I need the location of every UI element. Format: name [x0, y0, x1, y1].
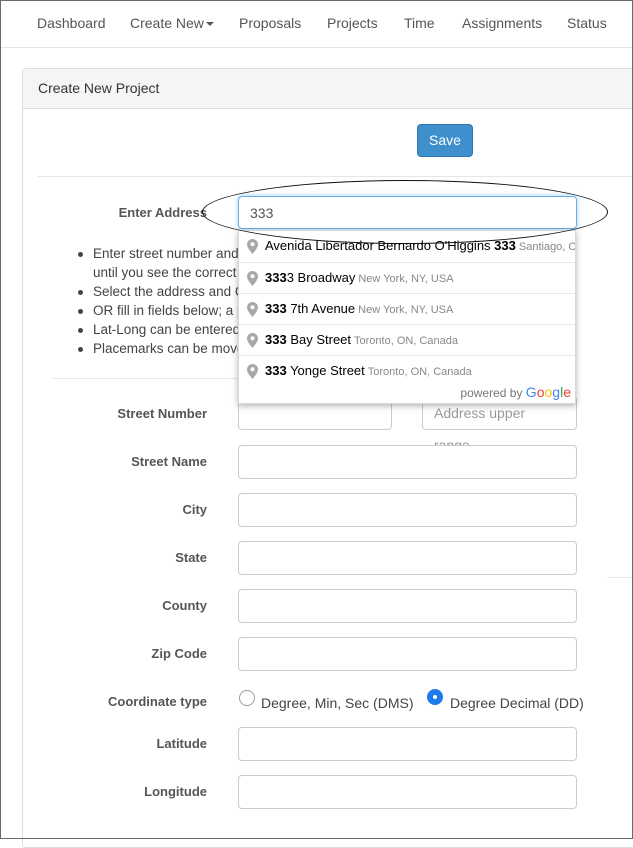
zip-code-label: Zip Code	[151, 646, 207, 661]
map-pin-icon	[247, 364, 258, 379]
map-pin-icon	[247, 302, 258, 317]
nav-time[interactable]: Time	[404, 15, 435, 31]
suggestion-text: Avenida Libertador Bernardo O'Higgins	[265, 238, 495, 253]
dms-radio-label[interactable]: Degree, Min, Sec (DMS)	[261, 695, 413, 711]
suggestion-text: Yonge Street	[286, 363, 365, 378]
nav-create-new-label: Create New	[130, 15, 204, 31]
powered-by-text: powered by	[460, 386, 523, 400]
address-search-input[interactable]: 333	[238, 196, 577, 229]
address-autocomplete-dropdown: Avenida Libertador Bernardo O'Higgins 33…	[238, 230, 576, 404]
county-input[interactable]	[238, 589, 577, 623]
help-item: Enter street number and p	[75, 244, 245, 263]
latitude-input[interactable]	[238, 727, 577, 761]
map-pin-icon	[247, 239, 258, 254]
suggestion-text: 3 Broadway	[286, 270, 356, 285]
suggestion-item[interactable]: 3333 Broadway New York, NY, USA	[239, 262, 575, 293]
state-label: State	[175, 550, 207, 565]
suggestion-secondary: New York, NY, USA	[358, 273, 454, 285]
divider	[607, 577, 633, 578]
suggestion-secondary: Toronto, ON, Canada	[354, 335, 458, 347]
zip-code-input[interactable]	[238, 637, 577, 671]
help-item: Select the address and C	[75, 282, 245, 301]
longitude-label: Longitude	[144, 784, 207, 799]
google-logo: Google	[525, 384, 571, 400]
panel-title: Create New Project	[23, 69, 633, 109]
divider	[53, 378, 238, 379]
divider	[38, 176, 633, 177]
enter-address-label: Enter Address	[118, 205, 207, 220]
nav-projects[interactable]: Projects	[327, 15, 378, 31]
city-input[interactable]	[238, 493, 577, 527]
nav-dashboard[interactable]: Dashboard	[37, 15, 106, 31]
dms-radio[interactable]	[239, 690, 255, 706]
suggestion-match: 333	[494, 238, 516, 253]
suggestion-item[interactable]: 333 7th Avenue New York, NY, USA	[239, 293, 575, 324]
help-item: OR fill in fields below; a p	[75, 301, 245, 320]
suggestion-item[interactable]: 333 Bay Street Toronto, ON, Canada	[239, 324, 575, 355]
street-name-label: Street Name	[131, 454, 207, 469]
longitude-input[interactable]	[238, 775, 577, 809]
dd-radio[interactable]	[427, 689, 443, 705]
dd-radio-label[interactable]: Degree Decimal (DD)	[450, 695, 584, 711]
top-navbar: Dashboard Create New Proposals Projects …	[0, 0, 633, 48]
nav-status[interactable]: Status	[567, 15, 607, 31]
street-name-input[interactable]	[238, 445, 577, 479]
help-item: Lat-Long can be entered	[75, 320, 245, 339]
save-button[interactable]: Save	[417, 124, 473, 157]
caret-down-icon	[205, 22, 214, 27]
street-number-label: Street Number	[117, 406, 207, 421]
powered-by-google: powered by Google	[460, 384, 571, 400]
state-input[interactable]	[238, 541, 577, 575]
latitude-label: Latitude	[156, 736, 207, 751]
suggestion-item[interactable]: Avenida Libertador Bernardo O'Higgins 33…	[239, 231, 575, 262]
suggestion-match: 333	[265, 332, 287, 347]
suggestion-item[interactable]: 333 Yonge Street Toronto, ON, Canada	[239, 355, 575, 386]
suggestion-match: 333	[265, 363, 287, 378]
suggestion-secondary: Toronto, ON, Canada	[367, 366, 472, 378]
map-pin-icon	[247, 333, 258, 348]
suggestion-text: 7th Avenue	[286, 301, 356, 316]
suggestion-secondary: New York, NY, USA	[358, 304, 454, 316]
county-label: County	[162, 598, 207, 613]
nav-create-new[interactable]: Create New	[130, 15, 214, 31]
help-item: until you see the correct a	[93, 265, 245, 280]
suggestion-match: 333	[265, 301, 287, 316]
suggestion-match: 333	[265, 270, 287, 285]
suggestion-secondary: Santiago, Chile	[518, 241, 575, 253]
coordinate-type-label: Coordinate type	[108, 694, 207, 709]
nav-proposals[interactable]: Proposals	[239, 15, 301, 31]
suggestion-text: Bay Street	[286, 332, 352, 347]
help-item: Placemarks can be move	[75, 339, 245, 358]
map-pin-icon	[247, 271, 258, 286]
help-list: Enter street number and p until you see …	[75, 244, 245, 358]
city-label: City	[182, 502, 207, 517]
nav-assignments[interactable]: Assignments	[462, 15, 542, 31]
